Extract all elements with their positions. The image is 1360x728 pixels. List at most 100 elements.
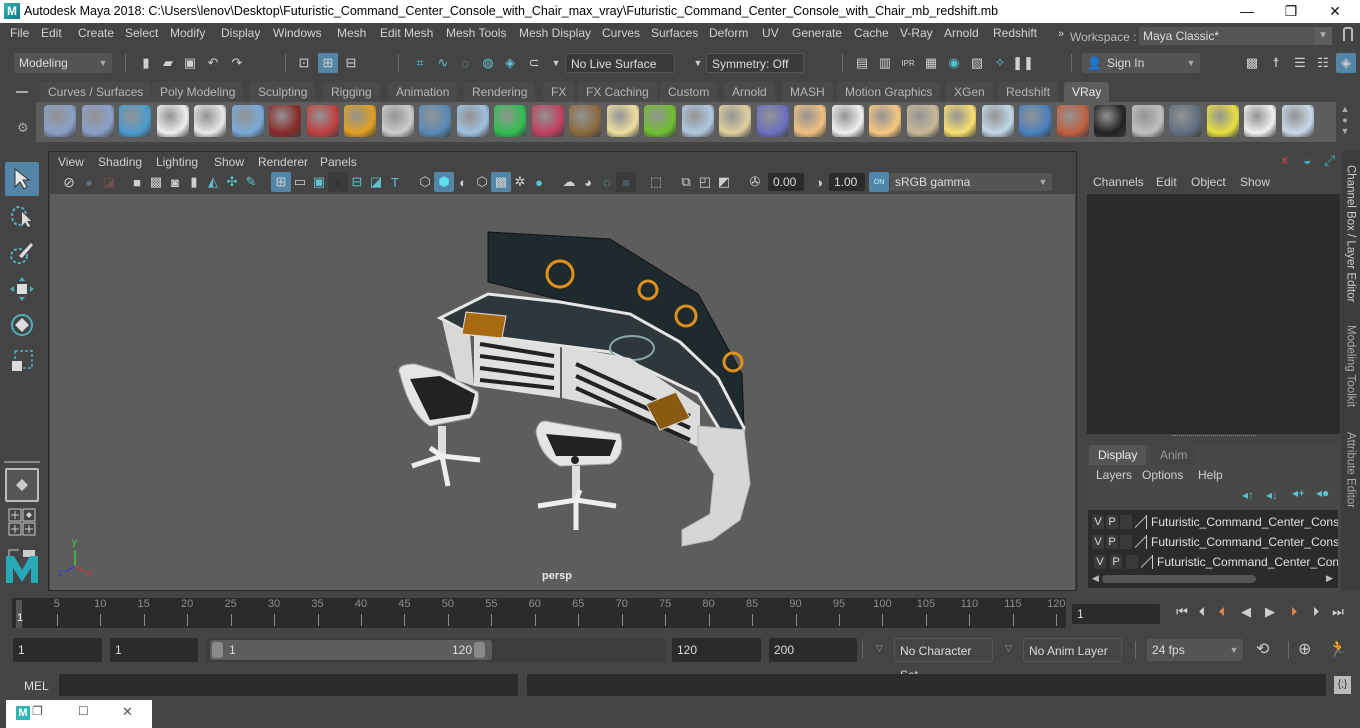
vray-spot-icon[interactable] xyxy=(831,105,864,137)
side-tab-channel-box[interactable]: Channel Box / Layer Editor xyxy=(1341,159,1360,309)
shelf-tab-sculpting[interactable]: Sculpting xyxy=(250,82,316,102)
pause-ipr-icon[interactable]: ❚❚ xyxy=(1012,53,1034,73)
menu-overflow-icon[interactable]: » xyxy=(1058,28,1064,40)
loop-icon[interactable]: ⟲ xyxy=(1256,639,1269,659)
layer-visibility-toggle[interactable]: V xyxy=(1094,555,1106,569)
command-input[interactable] xyxy=(59,674,518,696)
shelf-tab-rigging[interactable]: Rigging xyxy=(323,82,380,102)
vray-cone-icon[interactable] xyxy=(456,105,489,137)
menu-mesh-display[interactable]: Mesh Display xyxy=(519,26,591,40)
auto-key-icon[interactable]: ⊕ xyxy=(1298,639,1311,659)
vray-mesh-icon[interactable] xyxy=(531,105,564,137)
layer-visibility-toggle[interactable]: V xyxy=(1092,515,1104,529)
rotate-tool-icon[interactable] xyxy=(5,308,39,342)
use-all-lights-icon[interactable]: ✲ xyxy=(510,172,530,192)
smooth-shade-icon[interactable]: ⬢ xyxy=(434,172,454,192)
scrollbar-thumb[interactable] xyxy=(1102,575,1256,583)
animation-end-field[interactable]: 200 xyxy=(769,638,857,662)
shelf-tab-curves-surfaces[interactable]: Curves / Surfaces xyxy=(40,82,152,102)
snap-point-icon[interactable]: ◌ xyxy=(455,53,475,73)
motion-blur-icon[interactable]: ◕ xyxy=(578,172,598,192)
film-gate-icon[interactable]: ▭ xyxy=(290,172,310,192)
xray-active-components-icon[interactable]: ◰ xyxy=(695,172,715,192)
viewport-menu-lighting[interactable]: Lighting xyxy=(156,155,198,169)
fps-dropdown[interactable]: 24 fps ▼ xyxy=(1147,639,1243,661)
shadows-icon[interactable]: ● xyxy=(529,172,549,192)
menu-mesh[interactable]: Mesh xyxy=(337,26,366,40)
grid-toggle-icon[interactable]: ⊞ xyxy=(271,172,291,192)
viewport-menu-view[interactable]: View xyxy=(58,155,84,169)
viewport-menu-renderer[interactable]: Renderer xyxy=(258,155,308,169)
snap-magnet-icon[interactable]: ⊂ xyxy=(524,53,544,73)
snap-curve-icon[interactable]: ∿ xyxy=(433,53,453,73)
vray-document-icon[interactable] xyxy=(194,105,226,137)
resolution-gate-icon[interactable]: ▣ xyxy=(309,172,329,192)
vray-blue-sphere-icon[interactable] xyxy=(1019,105,1051,137)
2d-pan-zoom-icon[interactable]: ✣ xyxy=(222,172,242,192)
vray-checker-icon[interactable] xyxy=(1094,105,1126,137)
layer-display-type-toggle[interactable] xyxy=(1120,535,1132,549)
manipulator-icon[interactable]: ⩙ xyxy=(1281,153,1288,168)
camera-lock-icon[interactable]: ▩ xyxy=(146,172,166,192)
select-object-icon[interactable]: ⊞ xyxy=(318,53,338,73)
exposure-field[interactable]: 0.00 xyxy=(768,173,804,191)
speed-icon[interactable]: ◒ xyxy=(1303,152,1311,168)
vray-dome-icon[interactable] xyxy=(756,105,789,137)
channel-menu-channels[interactable]: Channels xyxy=(1093,175,1144,189)
restore-icon[interactable]: ❐ xyxy=(32,704,43,718)
vray-sphere-icon[interactable] xyxy=(606,105,639,137)
symmetry-field[interactable]: Symmetry: Off xyxy=(706,53,804,73)
range-start-handle[interactable] xyxy=(212,642,223,658)
shelf-tab-poly-modeling[interactable]: Poly Modeling xyxy=(152,82,244,102)
grease-pencil-icon[interactable]: ✎ xyxy=(241,172,261,192)
menu-arnold[interactable]: Arnold xyxy=(944,26,979,40)
shelf-settings-gear-icon[interactable]: ⚙ xyxy=(17,120,29,136)
vray-sphere-light-icon[interactable] xyxy=(869,105,901,137)
vray-help-icon[interactable] xyxy=(1281,105,1314,137)
vray-flag-sphere-icon[interactable] xyxy=(1056,105,1089,137)
anti-aliasing-icon[interactable]: ◌ xyxy=(597,172,617,192)
channel-menu-edit[interactable]: Edit xyxy=(1156,175,1177,189)
menu-edit-mesh[interactable]: Edit Mesh xyxy=(380,26,433,40)
default-material-icon[interactable]: ◐ xyxy=(453,172,473,192)
close-button[interactable]: ✕ xyxy=(1312,0,1358,23)
shelf-menu-icon[interactable] xyxy=(16,91,28,93)
exposure-icon[interactable]: ✇ xyxy=(745,172,765,192)
menu-generate[interactable]: Generate xyxy=(792,26,842,40)
menu-cache[interactable]: Cache xyxy=(854,26,889,40)
menu-modify[interactable]: Modify xyxy=(170,26,205,40)
wireframe-icon[interactable]: ⬡ xyxy=(415,172,435,192)
sign-in-dropdown[interactable]: 👤 Sign In ▼ xyxy=(1082,53,1200,73)
image-plane-icon[interactable]: ◭ xyxy=(203,172,223,192)
render-settings-icon[interactable]: ▦ xyxy=(921,53,941,73)
layer-playback-toggle[interactable]: P xyxy=(1106,535,1118,549)
animation-start-field[interactable]: 1 xyxy=(13,638,102,662)
vray-import-icon[interactable] xyxy=(81,105,114,137)
textured-icon[interactable]: ▩ xyxy=(491,172,511,192)
range-slider-track[interactable]: 1 120 xyxy=(206,638,666,662)
vray-cloud-icon[interactable] xyxy=(1244,105,1276,137)
menu-mesh-tools[interactable]: Mesh Tools xyxy=(446,26,506,40)
shelf-tab-vray[interactable]: VRay xyxy=(1064,82,1110,102)
shelf-tab-fx[interactable]: FX xyxy=(543,82,575,102)
step-forward-key-icon[interactable]: ⏵ xyxy=(1284,604,1304,622)
viewport-menu-shading[interactable]: Shading xyxy=(98,155,142,169)
expand-icon[interactable]: ⤢ xyxy=(1324,152,1335,169)
layer-name[interactable]: Futuristic_Command_Center_Consc xyxy=(1157,555,1338,569)
layer-tab-display[interactable]: Display xyxy=(1089,445,1147,465)
ipr-render-icon[interactable]: IPR xyxy=(898,53,918,73)
menu-file[interactable]: File xyxy=(10,26,29,40)
shelf-tab-xgen[interactable]: XGen xyxy=(946,82,993,102)
outliner-layout-icon[interactable] xyxy=(8,546,36,557)
light-editor-icon[interactable]: ✧ xyxy=(990,53,1010,73)
anim-layer-field[interactable]: No Anim Layer xyxy=(1023,638,1122,662)
viewport-menu-show[interactable]: Show xyxy=(214,155,244,169)
go-to-end-icon[interactable]: ⏭ xyxy=(1328,604,1348,622)
menu-redshift[interactable]: Redshift xyxy=(993,26,1037,40)
vray-logo-icon[interactable] xyxy=(156,105,189,137)
layer-name[interactable]: Futuristic_Command_Center_Consol xyxy=(1151,535,1338,549)
maximize-button[interactable]: ❐ xyxy=(1268,0,1314,23)
vray-curve-icon[interactable] xyxy=(719,105,751,137)
viewport-menu-panels[interactable]: Panels xyxy=(320,155,357,169)
paint-select-tool-icon[interactable] xyxy=(5,236,39,270)
